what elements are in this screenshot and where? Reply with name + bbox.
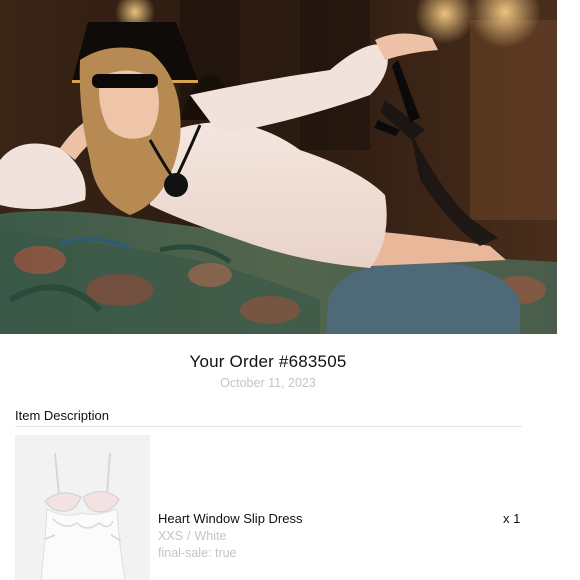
- item-description-heading: Item Description: [15, 408, 109, 423]
- hero-photo-illustration: [0, 0, 557, 334]
- order-title: Your Order #683505: [189, 352, 347, 371]
- item-variant: XXS / White: [158, 529, 226, 543]
- item-color: White: [194, 529, 227, 543]
- item-name[interactable]: Heart Window Slip Dress: [158, 511, 303, 526]
- section-divider: [15, 426, 522, 427]
- variant-separator: /: [187, 529, 191, 543]
- item-quantity: x 1: [503, 511, 521, 526]
- order-confirmation-page: Your Order #683505 October 11, 2023 Item…: [0, 0, 580, 580]
- order-date: October 11, 2023: [220, 376, 316, 390]
- hero-banner-image: [0, 0, 557, 334]
- product-thumbnail[interactable]: [15, 435, 150, 580]
- item-size: XXS: [158, 529, 184, 543]
- item-final-sale: final-sale: true: [158, 546, 237, 560]
- slip-dress-image: [15, 435, 150, 580]
